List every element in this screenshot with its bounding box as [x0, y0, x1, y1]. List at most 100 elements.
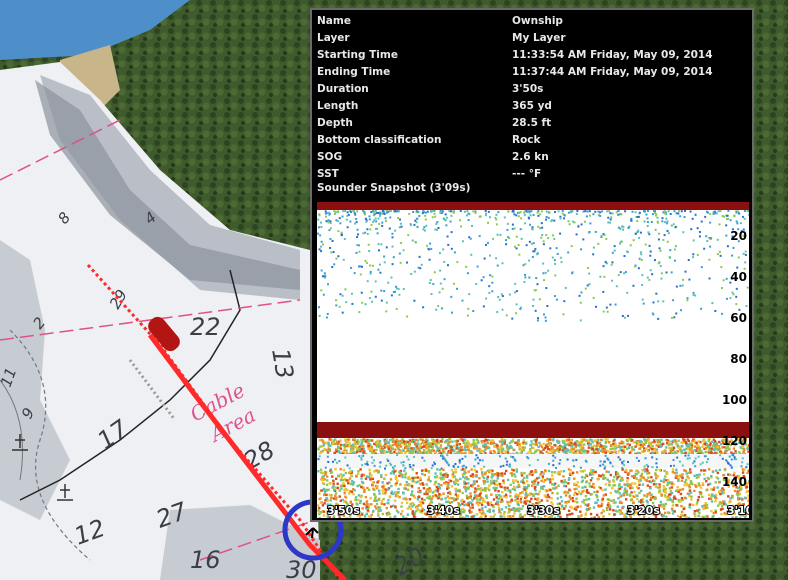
- sounder-return: [705, 235, 708, 238]
- sounder-return: [433, 271, 436, 274]
- sounder-return: [401, 510, 404, 513]
- sounder-return: [497, 295, 500, 298]
- sounder-return: [602, 290, 605, 293]
- sounder-return: [393, 470, 396, 473]
- sounder-return: [379, 212, 382, 215]
- sounder-return: [365, 220, 368, 223]
- sounder-return: [567, 220, 570, 223]
- sounder-return: [701, 461, 704, 464]
- sounder-return: [317, 448, 320, 451]
- sounder-return: [564, 505, 568, 508]
- sounder-return: [526, 210, 529, 213]
- sounder-return: [585, 480, 588, 484]
- sounder-return: [529, 470, 533, 474]
- sounder-snapshot[interactable]: 20 40 60 80 100 120 140 3'50s 3'40s 3'30s 3'20s 3'1…: [317, 202, 749, 518]
- sounder-return: [523, 273, 526, 276]
- sounder-return: [747, 497, 749, 500]
- sounder-return: [481, 440, 484, 443]
- sounder-return: [625, 493, 629, 496]
- sounder-return: [497, 506, 501, 509]
- sounder-return: [681, 464, 684, 467]
- sounder-return: [605, 262, 608, 265]
- sounder-return: [509, 483, 512, 487]
- sounder-return: [640, 440, 644, 444]
- sounder-return: [622, 493, 626, 497]
- sounder-return: [635, 472, 639, 476]
- sounder-return: [672, 439, 675, 442]
- sounder-return: [702, 507, 705, 511]
- sounder-return: [459, 210, 462, 213]
- sounder-return: [502, 479, 505, 482]
- sounder-return: [372, 487, 375, 491]
- sounder-return: [584, 210, 587, 213]
- sounder-return: [735, 220, 738, 223]
- sounder-return: [318, 455, 321, 458]
- sounder-return: [716, 253, 719, 256]
- sounder-return: [573, 482, 576, 485]
- sounder-return: [417, 266, 420, 269]
- sounder-return: [385, 506, 388, 510]
- sounder-return: [510, 472, 513, 475]
- sounder-return: [458, 490, 461, 493]
- sounder-return: [606, 478, 609, 481]
- sounder-return: [707, 439, 710, 443]
- sounder-return: [457, 465, 460, 468]
- sounder-return: [731, 291, 734, 294]
- sounder-return: [386, 488, 390, 491]
- sounder-return: [613, 245, 616, 248]
- sounder-return: [361, 464, 364, 467]
- sounder-return: [443, 481, 446, 485]
- sounder-return: [395, 491, 398, 495]
- sounder-return: [603, 275, 606, 278]
- sounder-return: [421, 517, 424, 518]
- sounder-return: [342, 468, 346, 472]
- sounder-return: [715, 448, 718, 451]
- sounder-return: [685, 483, 689, 486]
- sounder-return: [460, 225, 463, 228]
- sounder-return: [409, 507, 412, 510]
- sounder-return: [432, 283, 435, 286]
- sounder-return: [339, 479, 343, 482]
- sounder-return: [442, 492, 445, 495]
- sounder-return: [445, 216, 448, 219]
- sounder-return: [518, 514, 522, 518]
- sounder-return: [388, 512, 391, 516]
- sounder-return: [335, 257, 338, 260]
- sounder-return: [471, 473, 475, 476]
- sounder-return: [686, 299, 689, 302]
- sounder-return: [700, 266, 703, 269]
- sounder-return: [658, 468, 661, 472]
- sounder-return: [415, 481, 418, 484]
- sounder-return: [662, 480, 665, 484]
- sounder-return: [696, 444, 700, 447]
- sounder-return: [582, 210, 585, 213]
- sounder-return: [562, 475, 565, 478]
- sounder-return: [339, 447, 343, 450]
- sounder-return: [355, 446, 358, 450]
- sounder-return: [367, 243, 370, 246]
- sounder-return: [483, 450, 486, 453]
- sounder-return: [552, 438, 555, 441]
- sounder-return: [427, 248, 430, 251]
- sounder-return: [412, 447, 416, 451]
- sounder-return: [509, 455, 512, 458]
- sounder-return: [332, 497, 336, 500]
- sounder-return: [590, 492, 593, 496]
- sounder-return: [655, 466, 658, 469]
- sounder-return: [367, 444, 371, 448]
- sounder-return: [397, 217, 400, 220]
- sounder-return: [384, 473, 388, 477]
- sounder-return: [640, 474, 643, 478]
- sounder-return: [558, 462, 561, 465]
- sounder-return: [594, 230, 597, 233]
- sounder-return: [585, 439, 588, 442]
- track-info-panel[interactable]: Name Ownship Layer My Layer Starting Time 11:…: [310, 8, 754, 522]
- sounder-return: [317, 470, 320, 473]
- sounder-return: [453, 475, 456, 478]
- sounder-return: [649, 254, 652, 257]
- sounder-return: [324, 466, 327, 469]
- sounder-return: [443, 260, 446, 263]
- sounder-return: [413, 270, 416, 273]
- sounder-return: [385, 464, 388, 467]
- sounder-return: [680, 496, 684, 500]
